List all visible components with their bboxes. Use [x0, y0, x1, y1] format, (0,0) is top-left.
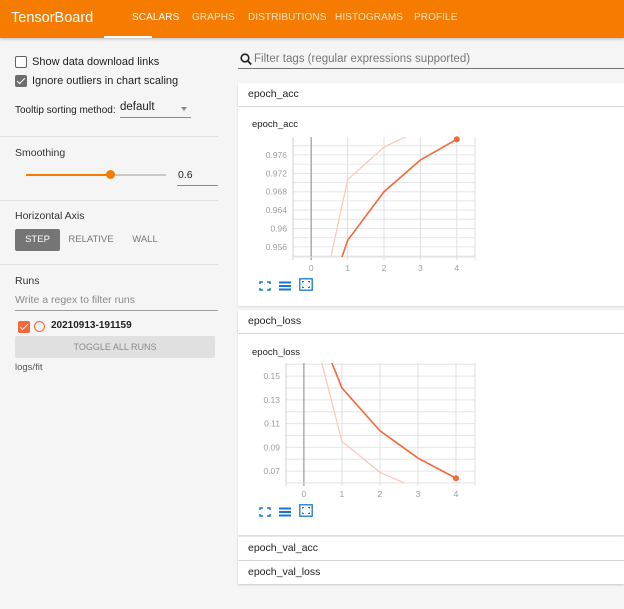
horizontal-axis-title: Horizontal Axis [15, 210, 85, 222]
last-point-marker [453, 136, 460, 143]
show-download-links-checkbox[interactable] [15, 56, 27, 68]
toggle-log-scale-icon[interactable] [278, 279, 292, 291]
axis-relative-button[interactable]: RELATIVE [66, 229, 116, 251]
active-tab-indicator [104, 36, 152, 38]
epoch-loss-chart[interactable]: 0.07 0.09 0.11 0.13 0.15 0 1 2 3 4 [238, 334, 624, 535]
smoothing-input[interactable]: 0.6 [177, 169, 218, 186]
smoothing-title: Smoothing [15, 147, 66, 159]
slider-fill [26, 174, 110, 176]
tooltip-sorting-value: default [120, 101, 155, 113]
y-tick-label: 0.972 [266, 168, 288, 178]
x-tick-label: 4 [454, 263, 459, 273]
runs-title: Runs [15, 275, 40, 287]
y-tick-label: 0.09 [263, 442, 280, 452]
x-tick-label: 1 [340, 489, 345, 499]
category-header-epoch-val-loss[interactable]: epoch_val_loss [238, 561, 624, 584]
log-directory: logs/fit [15, 362, 43, 373]
y-tick-label: 0.07 [263, 466, 280, 476]
x-tick-label: 2 [378, 489, 383, 499]
ignore-outliers-checkbox[interactable] [15, 75, 27, 87]
smoothing-slider[interactable] [26, 170, 166, 179]
run-checkbox[interactable] [18, 321, 30, 333]
fullscreen-icon[interactable] [258, 505, 272, 517]
y-tick-label: 0.976 [266, 150, 288, 160]
divider [0, 200, 218, 201]
y-tick-label: 0.15 [263, 371, 280, 381]
slider-thumb[interactable] [105, 170, 115, 179]
y-tick-label: 0.11 [264, 419, 280, 429]
x-tick-label: 1 [345, 263, 350, 273]
dropdown-caret-icon [181, 107, 187, 111]
tab-graphs[interactable]: GRAPHS [192, 12, 235, 23]
toggle-all-runs-button[interactable]: TOGGLE ALL RUNS [15, 336, 215, 358]
ignore-outliers-label: Ignore outliers in chart scaling [32, 75, 179, 87]
category-header-epoch-acc[interactable]: epoch_acc [238, 83, 624, 106]
tab-scalars[interactable]: SCALARS [132, 12, 179, 23]
fit-domain-icon[interactable] [299, 504, 313, 517]
x-tick-label: 0 [302, 489, 307, 499]
y-tick-label: 0.964 [266, 205, 288, 215]
fullscreen-icon[interactable] [258, 279, 272, 291]
sidebar: Show data download links Ignore outliers… [0, 38, 230, 609]
tooltip-sorting-select[interactable]: default [120, 101, 191, 118]
fit-domain-icon[interactable] [299, 278, 313, 291]
divider [0, 264, 218, 265]
epoch-acc-chart[interactable]: 0.956 0.96 0.964 0.968 0.972 0.976 0 1 2 3 4 [238, 107, 624, 306]
tooltip-sorting-label: Tooltip sorting method: [15, 105, 116, 116]
toggle-log-scale-icon[interactable] [278, 505, 292, 517]
top-app-bar: TensorBoard SCALARS GRAPHS DISTRIBUTIONS… [0, 0, 624, 38]
main-content: Filter tags (regular expressions support… [230, 38, 624, 609]
x-tick-label: 3 [416, 489, 421, 499]
category-header-epoch-loss[interactable]: epoch_loss [238, 310, 624, 333]
tab-histograms[interactable]: HISTOGRAMS [335, 12, 403, 23]
y-tick-label: 0.96 [270, 223, 287, 233]
app-title: TensorBoard [11, 10, 94, 26]
runs-filter-input[interactable]: Write a regex to filter runs [15, 294, 218, 311]
category-pane-epoch-acc: epoch_acc 0.956 0.96 0.964 0.968 0.972 0.976 0… [238, 107, 624, 306]
axis-wall-button[interactable]: WALL [126, 229, 164, 251]
tab-distributions[interactable]: DISTRIBUTIONS [248, 12, 327, 23]
run-color-swatch-icon [34, 321, 45, 332]
tab-profile[interactable]: PROFILE [414, 12, 458, 23]
y-tick-label: 0.968 [266, 187, 288, 197]
last-point-marker [452, 475, 459, 482]
run-name: 20210913-191159 [51, 320, 132, 331]
x-tick-label: 0 [309, 263, 314, 273]
y-tick-label: 0.956 [266, 242, 288, 252]
x-tick-label: 4 [454, 489, 459, 499]
category-pane-epoch-loss: epoch_loss 0.07 0.09 0.11 0.13 0.15 0 1 2 3 4 [238, 334, 624, 535]
divider [0, 136, 218, 137]
axis-step-button[interactable]: STEP [15, 229, 60, 251]
x-tick-label: 2 [382, 263, 387, 273]
show-download-links-label: Show data download links [32, 56, 160, 68]
y-tick-label: 0.13 [263, 395, 280, 405]
category-header-epoch-val-acc[interactable]: epoch_val_acc [238, 537, 624, 560]
tag-filter-input[interactable]: Filter tags (regular expressions support… [238, 50, 624, 69]
x-tick-label: 3 [418, 263, 423, 273]
